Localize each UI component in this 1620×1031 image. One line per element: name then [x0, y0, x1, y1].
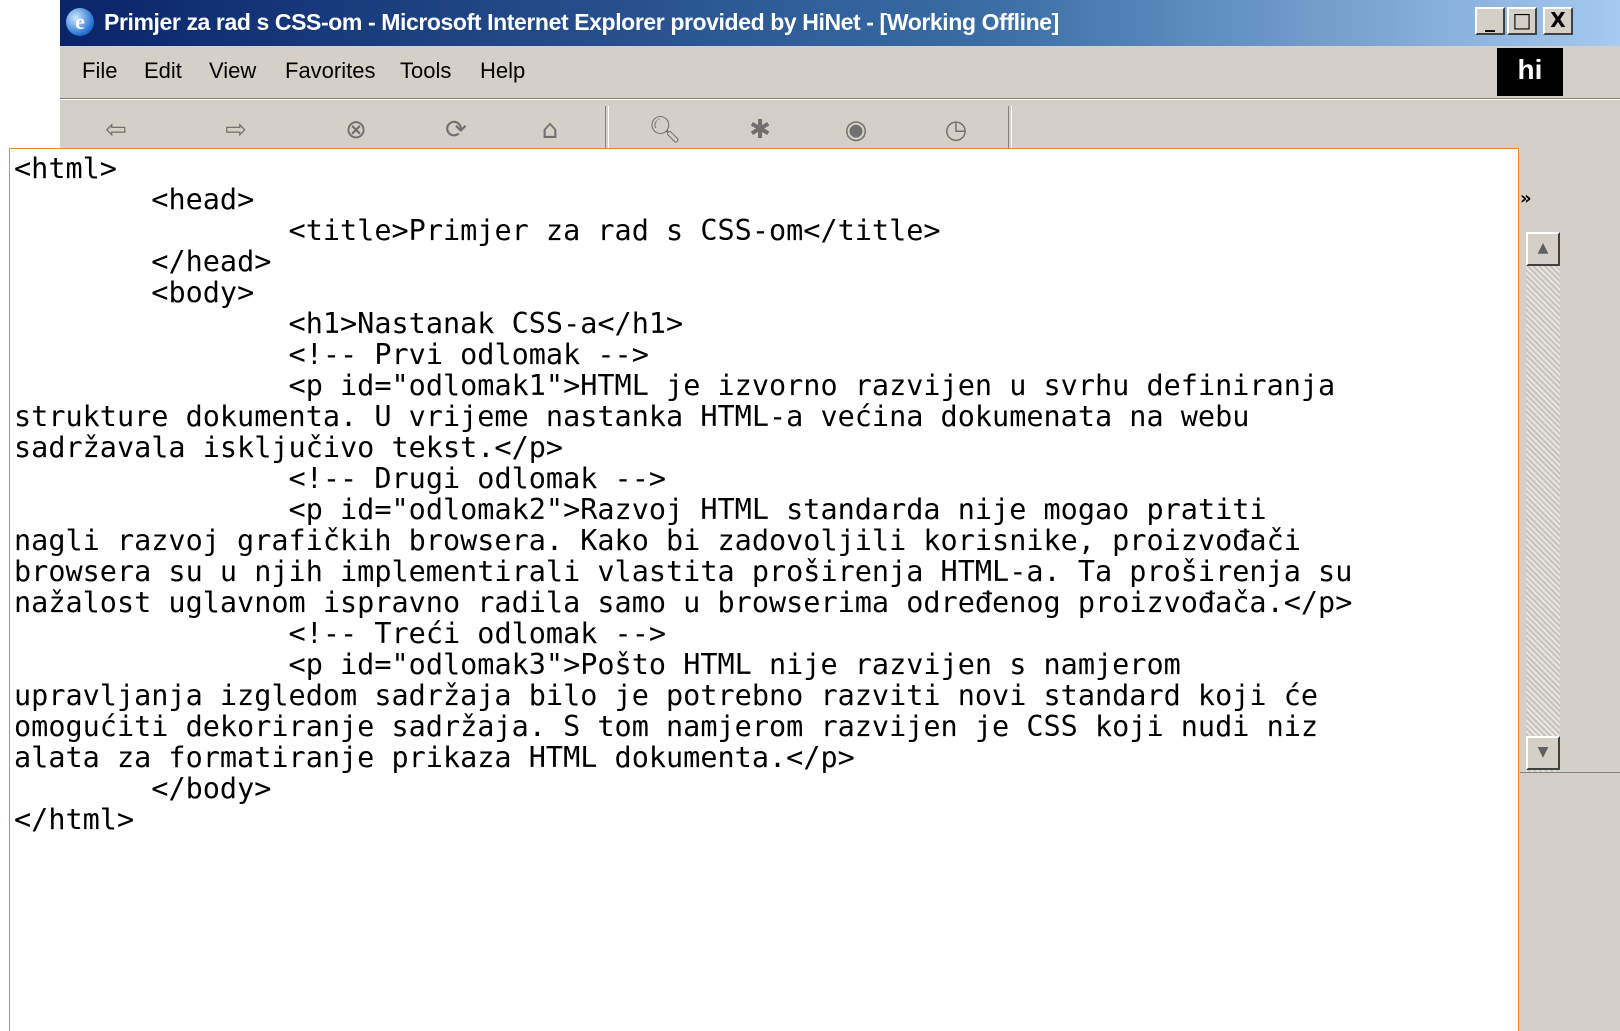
toolbar-separator — [1008, 106, 1012, 152]
menu-help[interactable]: Help — [480, 58, 525, 84]
back-icon[interactable]: ⇦ — [96, 110, 136, 150]
code-listing-panel: <html> <head> <title>Primjer za rad s CS… — [9, 148, 1519, 1031]
menu-view[interactable]: View — [209, 58, 256, 84]
menu-bar: File Edit View Favorites Tools Help hi — [60, 46, 1620, 99]
window-title: Primjer za rad s CSS-om - Microsoft Inte… — [104, 9, 1059, 35]
media-icon[interactable]: ◉ — [836, 110, 876, 150]
scroll-up-button[interactable]: ▲ — [1526, 232, 1560, 266]
forward-icon[interactable]: ⇨ — [216, 110, 256, 150]
refresh-icon[interactable]: ⟳ — [436, 110, 476, 150]
close-button[interactable]: X — [1543, 7, 1573, 35]
home-icon[interactable]: ⌂ — [530, 110, 570, 150]
vertical-scrollbar[interactable] — [1526, 232, 1560, 772]
internet-explorer-icon[interactable]: e — [66, 8, 94, 36]
html-source-code: <html> <head> <title>Primjer za rad s CS… — [14, 152, 1353, 836]
title-bar[interactable]: e Primjer za rad s CSS-om - Microsoft In… — [60, 0, 1620, 46]
menu-edit[interactable]: Edit — [144, 58, 182, 84]
scroll-down-button[interactable]: ▼ — [1526, 736, 1560, 770]
hinet-logo: hi — [1497, 48, 1563, 96]
menu-tools[interactable]: Tools — [400, 58, 451, 84]
stop-icon[interactable]: ⊗ — [336, 110, 376, 150]
maximize-button[interactable]: □ — [1507, 7, 1537, 35]
minimize-button[interactable]: _ — [1475, 7, 1505, 35]
links-chevron-icon[interactable]: » — [1520, 188, 1532, 209]
menu-file[interactable]: File — [82, 58, 117, 84]
menu-favorites[interactable]: Favorites — [285, 58, 375, 84]
toolbar-separator — [605, 106, 609, 152]
favorites-icon[interactable]: ✱ — [740, 110, 780, 150]
search-icon[interactable]: 🔍︎ — [645, 110, 685, 150]
status-bar — [1520, 772, 1620, 813]
history-icon[interactable]: ◷ — [936, 110, 976, 150]
